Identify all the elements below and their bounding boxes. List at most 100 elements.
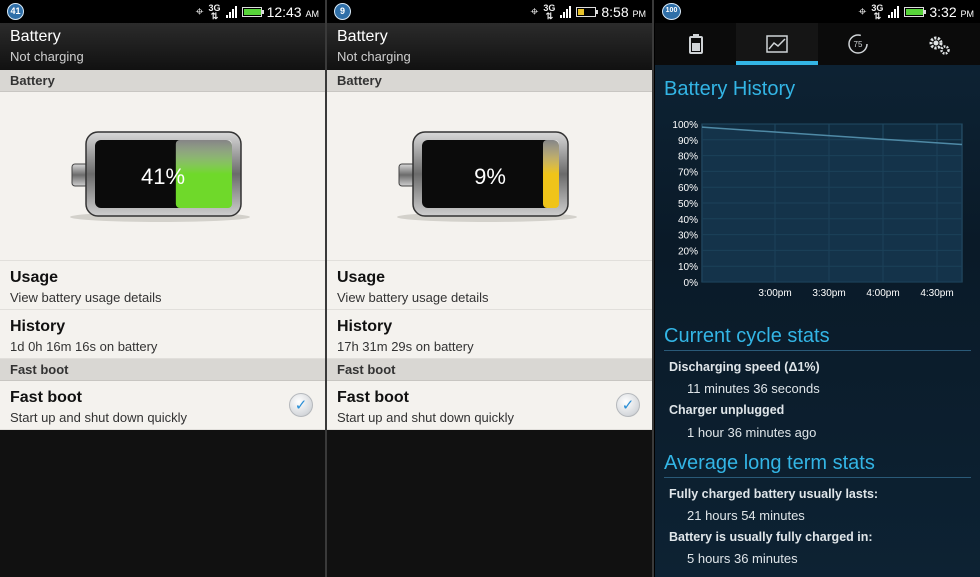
empty-area	[327, 430, 652, 577]
status-time: 3:32 PM	[929, 3, 974, 20]
usage-subtitle: View battery usage details	[10, 290, 162, 305]
y-tick-label: 0%	[684, 278, 699, 289]
status-battery-icon	[904, 6, 927, 17]
title-bar: Battery Not charging	[0, 23, 325, 70]
notification-badge: 9	[334, 3, 351, 20]
large-battery-icon: 41%	[70, 131, 250, 222]
signal-icon	[560, 5, 572, 18]
battery-settings-screen-1: 41 ⌖ 3G ⇅ 12:43 AM Battery Not charging B…	[0, 0, 325, 577]
x-tick-label: 3:30pm	[812, 288, 845, 299]
x-tick-label: 3:00pm	[758, 288, 791, 299]
gears-icon	[929, 36, 951, 55]
cycle-stats-title: Current cycle stats	[664, 325, 830, 347]
fastboot-title: Fast boot	[337, 389, 409, 406]
gps-icon: ⌖	[530, 3, 539, 20]
charger-unplugged-value: 1 hour 36 minutes ago	[687, 425, 817, 440]
y-tick-label: 20%	[678, 246, 698, 257]
gps-icon: ⌖	[195, 3, 204, 20]
tab-history[interactable]	[736, 23, 818, 65]
y-tick-label: 60%	[678, 183, 698, 194]
usage-item[interactable]: Usage View battery usage details	[327, 261, 652, 310]
x-tick-label: 4:00pm	[866, 288, 899, 299]
usage-item[interactable]: Usage View battery usage details	[0, 261, 325, 310]
y-tick-label: 50%	[678, 199, 698, 210]
network-3g-icon: 3G ⇅	[208, 2, 221, 21]
discharging-speed-label: Discharging speed (Δ1%)	[669, 360, 820, 374]
fastboot-item[interactable]: Fast boot Start up and shut down quickly…	[327, 381, 652, 430]
history-item[interactable]: History 17h 31m 29s on battery	[327, 310, 652, 359]
y-tick-label: 100%	[672, 120, 698, 131]
network-3g-icon: 3G ⇅	[871, 2, 884, 21]
fastboot-subtitle: Start up and shut down quickly	[10, 410, 188, 425]
chart-icon	[766, 35, 788, 53]
status-time: 12:43 AM	[266, 3, 319, 20]
y-tick-label: 70%	[678, 167, 698, 178]
x-tick-label: 4:30pm	[920, 288, 953, 299]
usage-title: Usage	[337, 269, 386, 286]
charged-in-label: Battery is usually fully charged in:	[669, 530, 873, 544]
y-tick-label: 90%	[678, 136, 698, 147]
panel-divider	[652, 0, 654, 577]
usage-title: Usage	[10, 269, 59, 286]
fastboot-title: Fast boot	[10, 389, 82, 406]
settings-list: Battery 9% Usage View battery usage deta…	[327, 70, 652, 430]
page-title: Battery	[10, 28, 61, 45]
battery-graphic: 41%	[0, 92, 325, 261]
status-time: 8:58 PM	[601, 3, 646, 20]
status-battery-icon	[241, 6, 264, 17]
battery-icon	[688, 34, 703, 54]
fastboot-checkbox[interactable]: ✓	[616, 393, 640, 417]
battery-percent: 9%	[474, 164, 506, 189]
charger-unplugged-label: Charger unplugged	[669, 403, 785, 417]
y-tick-label: 10%	[678, 262, 698, 273]
network-3g-icon: 3G ⇅	[543, 2, 556, 21]
empty-area	[0, 430, 325, 577]
tab-bar: 75	[655, 23, 980, 65]
history-title: Battery History	[664, 78, 796, 100]
section-header-fastboot: Fast boot	[0, 359, 325, 381]
status-bar: 41 ⌖ 3G ⇅ 12:43 AM	[0, 0, 325, 23]
notification-badge: 100	[662, 3, 681, 20]
charged-in-value: 5 hours 36 minutes	[687, 551, 798, 566]
battery-history-chart: 100% 90% 80% 70% 60% 50% 40% 30% 20% 10% 0% 3:00pm 3…	[672, 120, 963, 299]
fastboot-item[interactable]: Fast boot Start up and shut down quickly…	[0, 381, 325, 430]
full-lasts-value: 21 hours 54 minutes	[687, 508, 805, 523]
tab-gauge[interactable]: 75	[818, 23, 899, 65]
status-bar: 100 ⌖ 3G ⇅ 3:32 PM	[655, 0, 980, 23]
large-battery-icon: 9%	[397, 131, 577, 222]
notification-badge: 41	[7, 3, 24, 20]
tab-settings[interactable]	[899, 23, 980, 65]
page-subtitle: Not charging	[337, 49, 411, 64]
history-subtitle: 1d 0h 16m 16s on battery	[10, 339, 158, 354]
settings-list: Battery 41% Usage View battery usage det…	[0, 70, 325, 430]
title-bar: Battery Not charging	[327, 23, 652, 70]
page-subtitle: Not charging	[10, 49, 84, 64]
section-header-battery: Battery	[327, 70, 652, 92]
section-header-battery: Battery	[0, 70, 325, 92]
tab-battery[interactable]	[655, 23, 736, 65]
signal-icon	[225, 5, 237, 18]
history-item[interactable]: History 1d 0h 16m 16s on battery	[0, 310, 325, 359]
history-subtitle: 17h 31m 29s on battery	[337, 339, 474, 354]
divider	[664, 477, 971, 478]
discharging-speed-value: 11 minutes 36 seconds	[687, 381, 820, 396]
fastboot-subtitle: Start up and shut down quickly	[337, 410, 515, 425]
divider	[664, 350, 971, 351]
battery-level-area	[702, 127, 962, 282]
gauge-value: 75	[854, 40, 863, 49]
history-title: History	[10, 318, 66, 335]
y-tick-label: 40%	[678, 215, 698, 226]
y-tick-label: 80%	[678, 152, 698, 163]
y-tick-label: 30%	[678, 231, 698, 242]
full-lasts-label: Fully charged battery usually lasts:	[669, 487, 879, 501]
fastboot-checkbox[interactable]: ✓	[289, 393, 313, 417]
page-title: Battery	[337, 28, 388, 45]
gauge-icon: 75	[848, 34, 868, 54]
battery-history-app-screen: 100 ⌖ 3G ⇅ 3:32 PM 75 Battery History 100…	[655, 0, 980, 577]
signal-icon	[888, 5, 900, 18]
usage-subtitle: View battery usage details	[337, 290, 489, 305]
battery-graphic: 9%	[327, 92, 652, 261]
status-battery-icon	[576, 6, 599, 17]
gps-icon: ⌖	[858, 3, 867, 20]
status-bar: 9 ⌖ 3G ⇅ 8:58 PM	[327, 0, 652, 23]
